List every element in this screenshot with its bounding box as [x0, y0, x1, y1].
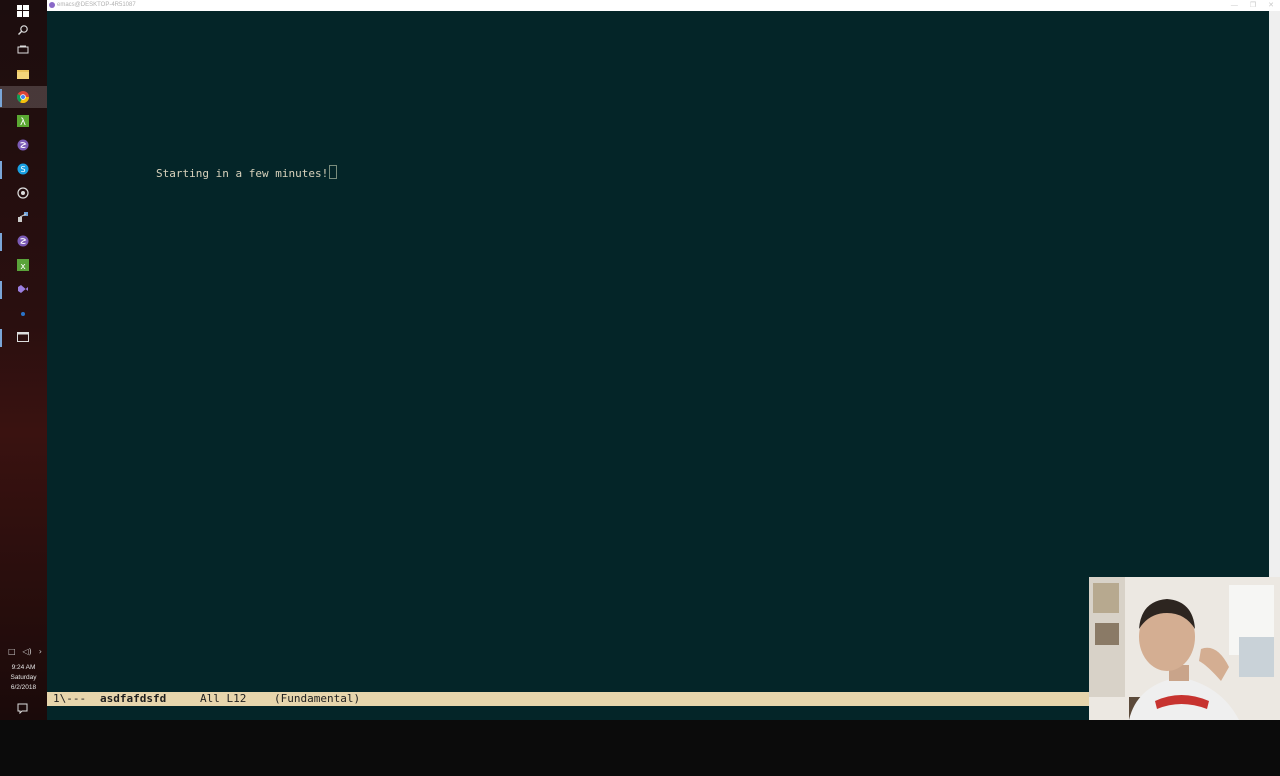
editor-line: Starting in a few minutes! [156, 167, 329, 180]
window-title: emacs@DESKTOP-4R51087 [57, 2, 136, 8]
search-icon[interactable] [15, 22, 31, 38]
editor-buffer-text[interactable]: Starting in a few minutes! [156, 165, 338, 181]
modeline-position: All L12 [200, 692, 247, 705]
task-view-icon[interactable] [15, 42, 31, 58]
minimize-button[interactable]: — [1231, 0, 1238, 11]
window-icon[interactable] [15, 329, 31, 345]
taskbar: λ S x □ ◁) › 9:24 AM Saturday 6/2/2018 [0, 0, 47, 720]
clock-time: 9:24 AM [11, 664, 36, 671]
webcam-image [1089, 577, 1280, 720]
skype-running-indicator [0, 161, 2, 179]
file-explorer-icon[interactable] [15, 66, 31, 82]
github-icon[interactable] [15, 185, 31, 201]
close-button[interactable]: ✕ [1268, 0, 1274, 11]
network-icon[interactable] [15, 209, 31, 225]
window-controls: — ❐ ✕ [1231, 0, 1274, 11]
system-tray: □ ◁) › [8, 645, 42, 657]
emacs-icon[interactable] [15, 137, 31, 153]
notification-icon[interactable] [17, 699, 28, 718]
emacs-icon-2[interactable] [15, 233, 31, 249]
visual-studio-running-indicator [0, 281, 2, 299]
svg-text:λ: λ [20, 117, 26, 127]
emacs-app-icon [49, 2, 55, 8]
title-bar[interactable]: emacs@DESKTOP-4R51087 — ❐ ✕ [47, 0, 1280, 11]
modeline-status: 1\--- [53, 692, 87, 705]
maximize-button[interactable]: ❐ [1250, 0, 1256, 11]
svg-text:S: S [20, 165, 25, 174]
skype-icon[interactable]: S [15, 161, 31, 177]
excel-icon[interactable]: x [15, 257, 31, 273]
lambda-icon[interactable]: λ [15, 113, 31, 129]
windows-start-icon[interactable] [15, 3, 31, 19]
edge-icon[interactable] [15, 305, 31, 321]
chrome-running-indicator [0, 89, 2, 107]
chrome-icon[interactable] [15, 89, 31, 105]
webcam-overlay [1089, 577, 1280, 720]
visual-studio-icon[interactable] [15, 281, 31, 297]
emacs-running-indicator [0, 233, 2, 251]
svg-text:x: x [20, 262, 26, 271]
clock-date: 6/2/2018 [10, 684, 37, 691]
tray-battery-icon[interactable]: □ [8, 647, 16, 656]
system-clock[interactable]: 9:24 AM Saturday 6/2/2018 [0, 663, 47, 693]
tray-volume-icon[interactable]: ◁) [23, 647, 32, 656]
text-cursor [329, 165, 338, 179]
tray-expand-icon[interactable]: › [39, 647, 42, 656]
modeline-major-mode[interactable]: (Fundamental) [274, 692, 360, 706]
clock-day: Saturday [10, 674, 37, 681]
window-running-indicator [0, 329, 2, 347]
modeline-buffer-name[interactable]: asdfafdsfd [100, 692, 166, 706]
